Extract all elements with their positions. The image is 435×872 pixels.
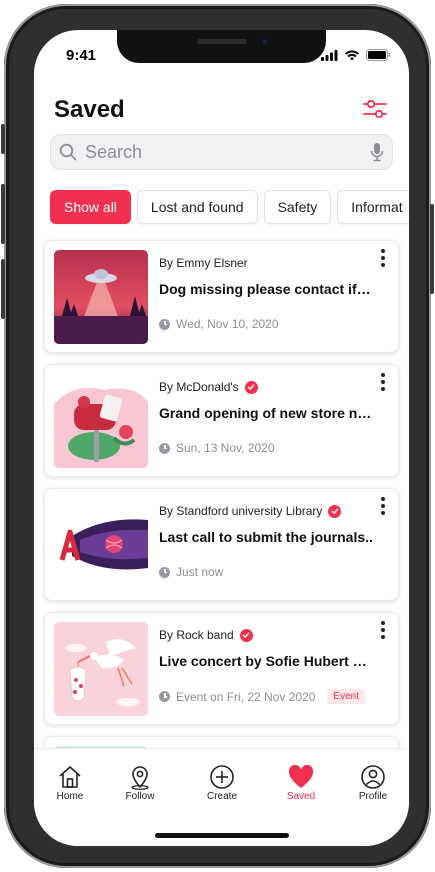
chip-safety[interactable]: Safety <box>263 190 332 224</box>
card-author: By Rock band <box>159 628 253 642</box>
thumbnail-mailbox-illustration <box>54 374 148 468</box>
thumbnail-stork-illustration <box>54 622 148 716</box>
search-input[interactable] <box>85 135 355 169</box>
list-item[interactable]: By Emmy Elsner Dog missing please contac… <box>44 240 399 353</box>
card-meta: Sun, 13 Nov, 2020 <box>159 441 275 455</box>
thumbnail-library-illustration <box>54 498 148 592</box>
volume-down-button <box>1 259 5 319</box>
plus-circle-icon <box>210 765 234 789</box>
card-author: By Standford university Library <box>159 504 342 518</box>
verified-icon <box>244 380 258 394</box>
tab-label: Create <box>206 791 237 802</box>
phone-frame: 9:41 Saved Show all Lost and found Safet… <box>1 4 434 868</box>
tab-label: Home <box>56 791 84 802</box>
screen: 9:41 Saved Show all Lost and found Safet… <box>34 30 409 846</box>
tab-bar: Home Follow Create Saved Profile <box>34 748 409 846</box>
tab-label: Saved <box>286 791 316 802</box>
more-options-icon[interactable] <box>380 497 386 515</box>
speaker <box>197 39 247 44</box>
verified-icon <box>239 628 253 642</box>
card-author: By McDonald's <box>159 380 258 394</box>
tab-label: Follow <box>125 791 155 802</box>
chip-show-all[interactable]: Show all <box>50 190 131 224</box>
card-headline: Live concert by Sofie Hubert at ... <box>159 653 374 669</box>
verified-icon <box>328 504 342 518</box>
heart-icon <box>288 764 314 788</box>
card-meta: Wed, Nov 10, 2020 <box>159 317 279 331</box>
card-author: By Emmy Elsner <box>159 256 248 270</box>
tab-saved[interactable]: Saved <box>266 763 336 802</box>
search-icon <box>59 143 77 161</box>
card-headline: Last call to submit the journals.. <box>159 529 373 545</box>
card-meta: Event on Fri, 22 Nov 2020 Event <box>159 689 365 704</box>
tab-home[interactable]: Home <box>35 763 105 802</box>
notch <box>117 30 326 63</box>
more-options-icon[interactable] <box>380 249 386 267</box>
home-icon <box>59 766 81 788</box>
clock-icon <box>159 691 170 702</box>
camera <box>260 37 269 46</box>
tab-profile[interactable]: Profile <box>338 763 408 802</box>
more-options-icon[interactable] <box>380 621 386 639</box>
more-options-icon[interactable] <box>380 373 386 391</box>
signal-icon <box>321 49 338 61</box>
chip-information[interactable]: Informat <box>337 190 409 224</box>
filter-chips: Show all Lost and found Safety Informat <box>50 190 409 224</box>
thumbnail-ufo-illustration <box>54 250 148 344</box>
volume-up-button <box>1 184 5 244</box>
location-pin-icon <box>131 766 149 790</box>
list-item[interactable]: By Standford university Library Last cal… <box>44 488 399 601</box>
mute-switch <box>1 124 5 154</box>
chip-lost-and-found[interactable]: Lost and found <box>136 190 258 224</box>
battery-icon <box>366 49 390 61</box>
tab-follow[interactable]: Follow <box>105 763 175 802</box>
clock-icon <box>159 318 170 330</box>
home-indicator <box>155 833 289 838</box>
wifi-icon <box>345 50 359 60</box>
list-item[interactable]: By McDonald's Grand opening of new store… <box>44 364 399 477</box>
page-title: Saved <box>54 96 125 123</box>
status-icons <box>321 49 391 61</box>
search-bar <box>50 134 393 170</box>
list-item[interactable]: By Rock band Live concert by Sofie Huber… <box>44 612 399 725</box>
clock-icon <box>159 442 170 454</box>
microphone-icon[interactable] <box>370 142 384 162</box>
sliders-icon[interactable] <box>363 98 387 120</box>
tab-create[interactable]: Create <box>187 763 257 802</box>
card-headline: Grand opening of new store near... <box>159 405 374 421</box>
power-button <box>430 204 434 294</box>
card-meta: Just now <box>159 565 223 579</box>
clock-icon <box>159 566 170 578</box>
event-badge: Event <box>327 689 365 704</box>
status-time: 9:41 <box>66 47 97 64</box>
user-icon <box>361 765 385 789</box>
tab-label: Profile <box>358 791 388 802</box>
card-headline: Dog missing please contact if f... <box>159 281 374 297</box>
